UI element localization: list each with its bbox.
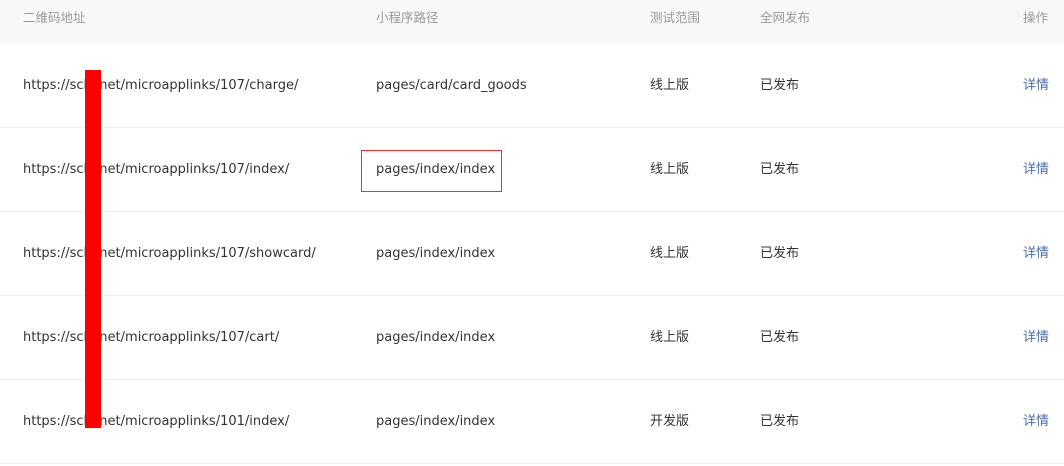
test-scope-cell: 线上版 <box>650 78 690 93</box>
column-header-test-scope: 测试范围 <box>650 10 701 25</box>
publish-status-cell: 已发布 <box>760 162 800 177</box>
qr-url-cell: https://sck .net/microapplinks/107/cart/ <box>23 330 280 345</box>
qr-url-cell: https://sck .net/microapplinks/101/index… <box>23 414 290 429</box>
test-scope-cell: 开发版 <box>650 414 690 429</box>
qr-url-cell: https://sck .net/microapplinks/107/charg… <box>23 78 299 93</box>
column-header-actions: 操作 <box>1023 10 1049 25</box>
publish-status-cell: 已发布 <box>760 246 800 261</box>
test-scope-cell: 线上版 <box>650 330 690 345</box>
details-link[interactable]: 详情 <box>1023 162 1049 178</box>
publish-status-cell: 已发布 <box>760 78 800 93</box>
miniapp-path-cell: pages/index/index <box>376 246 496 261</box>
qr-links-table: 二维码地址 小程序路径 测试范围 全网发布 操作 https://sck .ne… <box>0 0 1064 466</box>
publish-status-cell: 已发布 <box>760 330 800 345</box>
miniapp-path-cell: pages/card/card_goods <box>376 78 527 93</box>
miniapp-path-cell: pages/index/index <box>376 414 496 429</box>
highlight-annotation-box <box>361 150 502 192</box>
column-header-miniapp-path: 小程序路径 <box>376 10 439 25</box>
details-link[interactable]: 详情 <box>1023 78 1049 94</box>
details-link[interactable]: 详情 <box>1023 246 1049 262</box>
table-row: https://sck .net/microapplinks/107/showc… <box>0 212 1064 296</box>
table-header: 二维码地址 小程序路径 测试范围 全网发布 操作 <box>0 0 1064 44</box>
publish-status-cell: 已发布 <box>760 414 800 429</box>
test-scope-cell: 线上版 <box>650 162 690 177</box>
test-scope-cell: 线上版 <box>650 246 690 261</box>
details-link[interactable]: 详情 <box>1023 414 1049 430</box>
table-row: https://sck .net/microapplinks/107/cart/… <box>0 296 1064 380</box>
miniapp-path-cell: pages/index/index <box>376 330 496 345</box>
table-row: https://sck .net/microapplinks/101/index… <box>0 380 1064 464</box>
redaction-bar <box>85 70 101 428</box>
column-header-publish-status: 全网发布 <box>760 10 811 25</box>
column-header-qr-url: 二维码地址 <box>23 10 86 25</box>
qr-url-cell: https://sck .net/microapplinks/107/index… <box>23 162 290 177</box>
details-link[interactable]: 详情 <box>1023 330 1049 346</box>
table-row: https://sck .net/microapplinks/107/index… <box>0 128 1064 212</box>
qr-url-cell: https://sck .net/microapplinks/107/showc… <box>23 246 316 261</box>
table-row: https://sck .net/microapplinks/107/charg… <box>0 44 1064 128</box>
